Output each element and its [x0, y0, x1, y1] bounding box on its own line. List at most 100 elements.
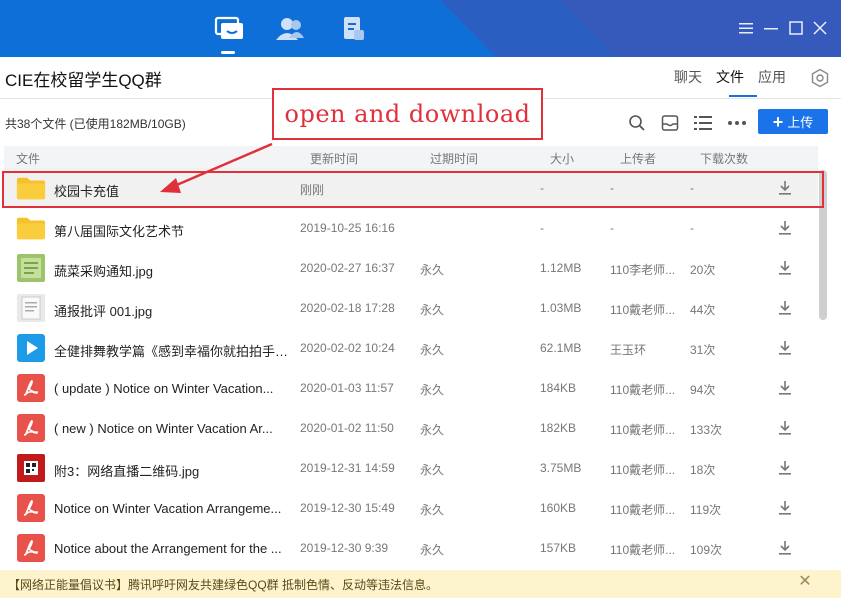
- file-row[interactable]: 校园卡充值 刚刚 - - -: [4, 168, 818, 208]
- tab-chat[interactable]: 聊天: [674, 67, 702, 87]
- file-download-count: 119次: [690, 503, 722, 517]
- file-modified: 2020-01-03 11:57: [300, 381, 394, 395]
- header-tabs: 聊天 文件 应用: [674, 67, 786, 87]
- minimize-icon: [764, 28, 778, 30]
- image-file-icon: [16, 294, 46, 322]
- download-icon[interactable]: [776, 379, 794, 397]
- file-uploader: -: [610, 221, 614, 235]
- tab-apps[interactable]: 应用: [758, 67, 786, 87]
- plus-icon: +: [772, 111, 784, 132]
- file-download-count: 20次: [690, 263, 716, 277]
- file-download-count: -: [690, 221, 694, 235]
- column-header-modified[interactable]: 更新时间: [310, 150, 358, 167]
- file-download-count: 109次: [690, 543, 723, 557]
- file-row[interactable]: 附3：网络直播二维码.jpg 2019-12-31 14:59 永久 3.75MB 11…: [4, 448, 818, 488]
- file-row[interactable]: 通报批评 001.jpg 2020-02-18 17:28 永久 1.03MB 110戴…: [4, 288, 818, 328]
- nav-tab-contacts[interactable]: [272, 12, 308, 46]
- hexagon-settings-icon: [811, 68, 829, 88]
- more-button[interactable]: [727, 113, 747, 133]
- file-row[interactable]: Notice about the Arrangement for the ...…: [4, 528, 818, 568]
- file-modified: 2019-12-30 9:39: [300, 541, 389, 555]
- file-size: 1.03MB: [540, 301, 582, 315]
- folder-icon: [16, 214, 46, 242]
- nav-tab-documents[interactable]: [336, 12, 372, 46]
- file-row[interactable]: 第八届国际文化艺术节 2019-10-25 16:16 - - -: [4, 208, 818, 248]
- file-download-count: 94次: [690, 383, 716, 397]
- file-expires: 永久: [420, 423, 445, 437]
- file-row[interactable]: Notice on Winter Vacation Arrangeme... 20…: [4, 488, 818, 528]
- file-row[interactable]: ( new ) Notice on Winter Vacation Ar... 2…: [4, 408, 818, 448]
- chat-files-icon: [214, 16, 243, 39]
- file-modified: 2020-01-02 11:50: [300, 421, 394, 435]
- file-uploader: 王玉环: [610, 343, 647, 357]
- download-icon[interactable]: [776, 499, 794, 517]
- download-icon[interactable]: [776, 459, 794, 477]
- group-title: CIE在校留学生QQ群: [5, 71, 162, 90]
- search-icon: [629, 115, 645, 131]
- file-download-count: 18次: [690, 463, 716, 477]
- column-header-name[interactable]: 文件: [16, 150, 40, 167]
- upload-label: 上传: [787, 115, 814, 130]
- notice-text: 【网络正能量倡议书】腾讯呼吁网友共建绿色QQ群 抵制色情、反动等违法信息。: [8, 578, 439, 592]
- upload-button[interactable]: + 上传: [758, 109, 828, 134]
- download-icon[interactable]: [776, 339, 794, 357]
- file-size: 3.75MB: [540, 461, 582, 475]
- file-row[interactable]: 全健排舞教学篇《感到幸福你就拍拍手》-... 2020-02-02 10:24 永久…: [4, 328, 818, 368]
- file-row[interactable]: 蔬菜采购通知.jpg 2020-02-27 16:37 永久 1.12MB 110李老师…: [4, 248, 818, 288]
- file-download-count: 133次: [690, 423, 723, 437]
- maximize-icon: [789, 21, 803, 35]
- file-table-header: 文件 更新时间 过期时间 大小 上传者 下载次数: [4, 146, 818, 168]
- file-modified: 2019-12-31 14:59: [300, 461, 395, 475]
- file-uploader: 110戴老师...: [610, 303, 676, 317]
- close-button[interactable]: [811, 19, 829, 37]
- column-header-size[interactable]: 大小: [550, 150, 574, 167]
- list-view-button[interactable]: [693, 113, 713, 133]
- pdf-file-icon: [16, 374, 46, 402]
- download-icon[interactable]: [776, 419, 794, 437]
- file-modified: 刚刚: [300, 183, 325, 197]
- search-button[interactable]: [627, 113, 647, 133]
- folder-icon: [16, 174, 46, 202]
- file-size: 1.12MB: [540, 261, 582, 275]
- maximize-button[interactable]: [787, 19, 805, 37]
- minimize-button[interactable]: [762, 19, 780, 37]
- download-icon[interactable]: [776, 259, 794, 277]
- tab-files[interactable]: 文件: [716, 67, 744, 87]
- file-size: 184KB: [540, 381, 577, 395]
- image-file-icon: [16, 254, 46, 282]
- download-icon[interactable]: [776, 219, 794, 237]
- inbox-icon: [661, 115, 679, 131]
- annotation-text: open and download: [284, 100, 531, 128]
- settings-button[interactable]: [810, 68, 830, 91]
- file-modified: 2019-12-30 15:49: [300, 501, 395, 515]
- column-header-uploader[interactable]: 上传者: [620, 150, 656, 167]
- nav-tab-active-indicator: [221, 51, 235, 54]
- file-row[interactable]: ( update ) Notice on Winter Vacation... 2…: [4, 368, 818, 408]
- download-icon[interactable]: [776, 299, 794, 317]
- annotation-callout: open and download: [272, 88, 543, 140]
- inbox-button[interactable]: [660, 113, 680, 133]
- file-expires: 永久: [420, 503, 445, 517]
- file-size: -: [540, 181, 544, 195]
- image-file-icon: [16, 454, 46, 482]
- scrollbar-thumb[interactable]: [819, 170, 827, 320]
- file-expires: 永久: [420, 543, 445, 557]
- file-modified: 2020-02-02 10:24: [300, 341, 395, 355]
- file-expires: 永久: [420, 303, 445, 317]
- notice-bar: 【网络正能量倡议书】腾讯呼吁网友共建绿色QQ群 抵制色情、反动等违法信息。 ✕: [0, 570, 841, 598]
- pdf-file-icon: [16, 534, 46, 562]
- menu-icon: [739, 23, 753, 34]
- title-bar: [0, 0, 841, 57]
- file-name: Notice about the Arrangement for the ...: [54, 541, 282, 556]
- notice-close-icon[interactable]: ✕: [797, 574, 813, 590]
- nav-tab-chat-files[interactable]: [211, 12, 247, 46]
- download-icon[interactable]: [776, 179, 794, 197]
- download-icon[interactable]: [776, 539, 794, 557]
- column-header-downloads[interactable]: 下载次数: [700, 150, 748, 167]
- file-expires: 永久: [420, 463, 445, 477]
- file-uploader: 110李老师...: [610, 263, 676, 277]
- file-download-count: -: [690, 181, 694, 195]
- menu-button[interactable]: [737, 19, 755, 37]
- file-name: 蔬菜采购通知.jpg: [54, 264, 153, 279]
- column-header-expires[interactable]: 过期时间: [430, 150, 478, 167]
